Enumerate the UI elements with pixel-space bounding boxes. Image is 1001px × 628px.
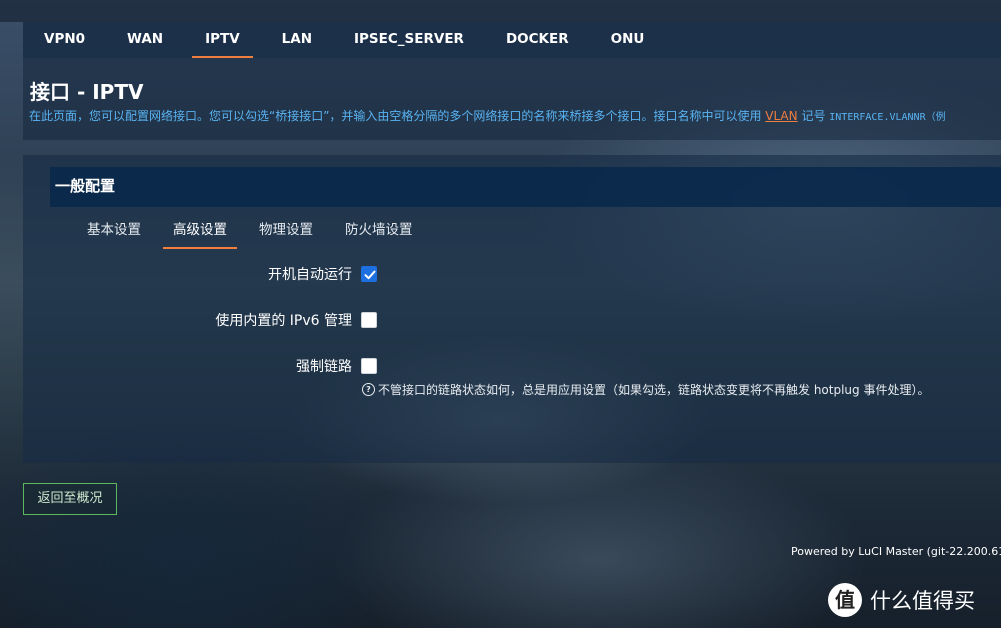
description-text-mid: 记号	[797, 109, 830, 123]
tab-onu[interactable]: ONU	[590, 22, 666, 58]
subtab-advanced-settings[interactable]: 高级设置	[157, 207, 243, 249]
footer-powered-by: Powered by LuCI Master (git-22.200.61	[791, 545, 1001, 558]
watermark-logo-icon: 值	[828, 583, 862, 617]
tab-lan[interactable]: LAN	[261, 22, 333, 58]
force-link-help: ? 不管接口的链路状态如何，总是用应用设置（如果勾选，链路状态变更将不再触发 h…	[362, 381, 929, 398]
auto-start-label: 开机自动运行	[268, 267, 352, 283]
auto-start-checkbox[interactable]	[361, 266, 377, 282]
watermark: 值 什么值得买	[828, 583, 975, 617]
top-strip	[0, 0, 1001, 22]
section-title: 一般配置	[55, 177, 116, 195]
tab-vpn0[interactable]: VPN0	[23, 22, 106, 58]
tab-iptv[interactable]: IPTV	[184, 22, 261, 58]
force-link-checkbox[interactable]	[361, 358, 377, 374]
builtin-ipv6-checkbox[interactable]	[361, 312, 377, 328]
tab-docker[interactable]: DOCKER	[485, 22, 590, 58]
description-text: 在此页面，您可以配置网络接口。您可以勾选“桥接接口”，并输入由空格分隔的多个网络…	[29, 109, 766, 123]
checkmark-icon	[364, 270, 376, 280]
interface-tab-bar: VPN0 WAN IPTV LAN IPSEC_SERVER DOCKER ON…	[23, 22, 1001, 58]
force-link-label: 强制链路	[296, 359, 352, 375]
watermark-text: 什么值得买	[870, 589, 975, 613]
vlan-link[interactable]: VLAN	[765, 109, 797, 123]
tab-ipsec-server[interactable]: IPSEC_SERVER	[333, 22, 485, 58]
settings-subtabs: 基本设置 高级设置 物理设置 防火墙设置	[71, 207, 429, 249]
page-title: 接口 - IPTV	[30, 80, 144, 104]
help-icon: ?	[362, 383, 375, 396]
page-description: 在此页面，您可以配置网络接口。您可以勾选“桥接接口”，并输入由空格分隔的多个网络…	[29, 107, 1001, 124]
subtab-physical-settings[interactable]: 物理设置	[243, 207, 329, 247]
help-text: 不管接口的链路状态如何，总是用应用设置（如果勾选，链路状态变更将不再触发 hot…	[378, 383, 930, 397]
description-code: INTERFACE.VLANNR（例	[829, 112, 946, 123]
section-header	[50, 167, 1001, 207]
header-band	[23, 58, 1001, 140]
subtab-firewall-settings[interactable]: 防火墙设置	[329, 207, 429, 247]
tab-wan[interactable]: WAN	[106, 22, 184, 58]
subtab-basic-settings[interactable]: 基本设置	[71, 207, 157, 247]
back-to-overview-button[interactable]: 返回至概况	[23, 483, 117, 515]
builtin-ipv6-label: 使用内置的 IPv6 管理	[215, 313, 352, 329]
